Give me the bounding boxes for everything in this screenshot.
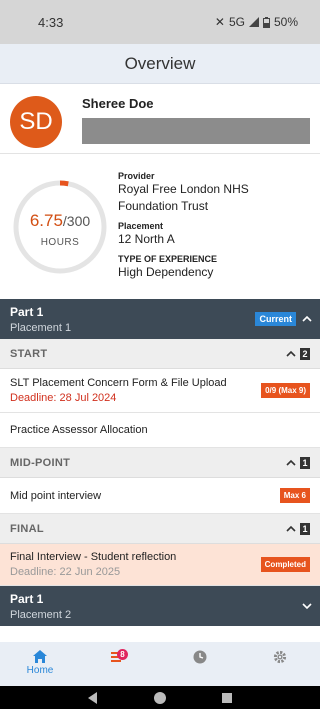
battery-icon bbox=[262, 16, 270, 28]
nav-home-label: Home bbox=[26, 665, 54, 676]
battery-level: 50% bbox=[273, 15, 298, 29]
section-start-label: START bbox=[10, 347, 48, 360]
status-time: 4:33 bbox=[38, 14, 64, 30]
section-mid-header[interactable]: MID-POINT 1 bbox=[0, 448, 320, 478]
hours-total: /300 bbox=[62, 212, 91, 229]
chevron-down-icon[interactable] bbox=[302, 601, 312, 611]
app-header: Overview bbox=[0, 44, 320, 84]
network-label: 5G bbox=[228, 15, 245, 29]
provider-label: Provider bbox=[118, 170, 155, 181]
task-mid-point-interview[interactable]: Mid point interview Max 6 bbox=[0, 478, 320, 514]
section-mid-label: MID-POINT bbox=[10, 456, 71, 469]
notification-badge: 8 bbox=[117, 649, 128, 660]
part-title: Part 1 bbox=[10, 591, 44, 606]
mute-icon: ✕ bbox=[214, 15, 225, 29]
experience-value: High Dependency bbox=[118, 264, 214, 279]
nav-history[interactable] bbox=[170, 650, 230, 664]
task-assessor-allocation[interactable]: Practice Assessor Allocation bbox=[0, 413, 320, 448]
nav-settings[interactable] bbox=[250, 650, 310, 664]
chevron-up-icon[interactable] bbox=[302, 314, 312, 324]
redacted-block bbox=[82, 118, 310, 144]
task-deadline: Deadline: 22 Jun 2025 bbox=[10, 566, 121, 578]
placement-label: Placement bbox=[118, 220, 164, 231]
hours-value: 6.75 bbox=[29, 210, 63, 230]
current-badge: Current bbox=[255, 312, 296, 326]
hours-readout: 6.75/300 HOURS bbox=[10, 211, 110, 248]
gear-icon bbox=[273, 650, 287, 664]
task-title: SLT Placement Concern Form & File Upload bbox=[10, 377, 227, 389]
task-slt-concern-form[interactable]: SLT Placement Concern Form & File Upload… bbox=[0, 369, 320, 413]
section-final-label: FINAL bbox=[10, 522, 44, 535]
placement-summary: 6.75/300 HOURS Provider Royal Free Londo… bbox=[0, 154, 320, 299]
task-status-tag: Max 6 bbox=[279, 488, 310, 503]
avatar: SD bbox=[10, 96, 62, 148]
back-icon[interactable] bbox=[88, 691, 98, 704]
part-1-header[interactable]: Part 1 Placement 1 Current bbox=[0, 299, 320, 339]
task-status-tag: Completed bbox=[260, 557, 310, 572]
bottom-navigation: Home 8 bbox=[0, 642, 320, 686]
placement-details: Provider Royal Free London NHS Foundatio… bbox=[118, 167, 310, 287]
task-final-interview[interactable]: Final Interview - Student reflection Dea… bbox=[0, 544, 320, 586]
hours-progress-ring: 6.75/300 HOURS bbox=[10, 177, 110, 277]
clock-icon bbox=[193, 650, 207, 664]
part-title: Part 1 bbox=[10, 304, 44, 319]
list-icon: 8 bbox=[111, 649, 129, 664]
provider-value: Royal Free London NHS Foundation Trust bbox=[118, 181, 249, 213]
nav-home[interactable]: Home bbox=[10, 650, 70, 676]
profile-name: Sheree Doe bbox=[82, 96, 154, 111]
part-subtitle: Placement 1 bbox=[10, 321, 72, 334]
task-title: Practice Assessor Allocation bbox=[10, 424, 148, 436]
section-start-header[interactable]: START 2 bbox=[0, 339, 320, 369]
home-button-icon[interactable] bbox=[154, 691, 166, 704]
section-count: 2 bbox=[300, 347, 310, 360]
section-count: 1 bbox=[300, 456, 310, 469]
profile-card: SD Sheree Doe bbox=[0, 84, 320, 154]
part-1-placement-2-header[interactable]: Part 1 Placement 2 bbox=[0, 586, 320, 626]
section-count: 1 bbox=[300, 522, 310, 535]
home-icon bbox=[33, 650, 47, 663]
task-title: Mid point interview bbox=[10, 489, 102, 502]
profile-info: Sheree Doe bbox=[82, 96, 310, 144]
chevron-up-icon[interactable] bbox=[286, 524, 296, 534]
recents-icon[interactable] bbox=[222, 692, 232, 703]
part-subtitle: Placement 2 bbox=[10, 608, 72, 621]
task-deadline: Deadline: 28 Jul 2024 bbox=[10, 392, 117, 404]
chevron-up-icon[interactable] bbox=[286, 349, 296, 359]
nav-notifications[interactable]: 8 bbox=[90, 649, 150, 664]
page-title: Overview bbox=[124, 53, 196, 73]
status-icons: ✕ 5G 50% bbox=[215, 15, 298, 29]
chevron-up-icon[interactable] bbox=[286, 458, 296, 468]
status-bar: 4:33 ✕ 5G 50% bbox=[0, 0, 320, 44]
experience-label: TYPE OF EXPERIENCE bbox=[118, 253, 218, 264]
system-navigation-bar bbox=[0, 686, 320, 709]
signal-icon bbox=[248, 17, 259, 27]
section-final-header[interactable]: FINAL 1 bbox=[0, 514, 320, 544]
task-title: Final Interview - Student reflection bbox=[10, 551, 177, 563]
placement-value: 12 North A bbox=[118, 231, 175, 246]
hours-label: HOURS bbox=[40, 236, 80, 248]
task-status-tag: 0/9 (Max 9) bbox=[261, 383, 310, 398]
